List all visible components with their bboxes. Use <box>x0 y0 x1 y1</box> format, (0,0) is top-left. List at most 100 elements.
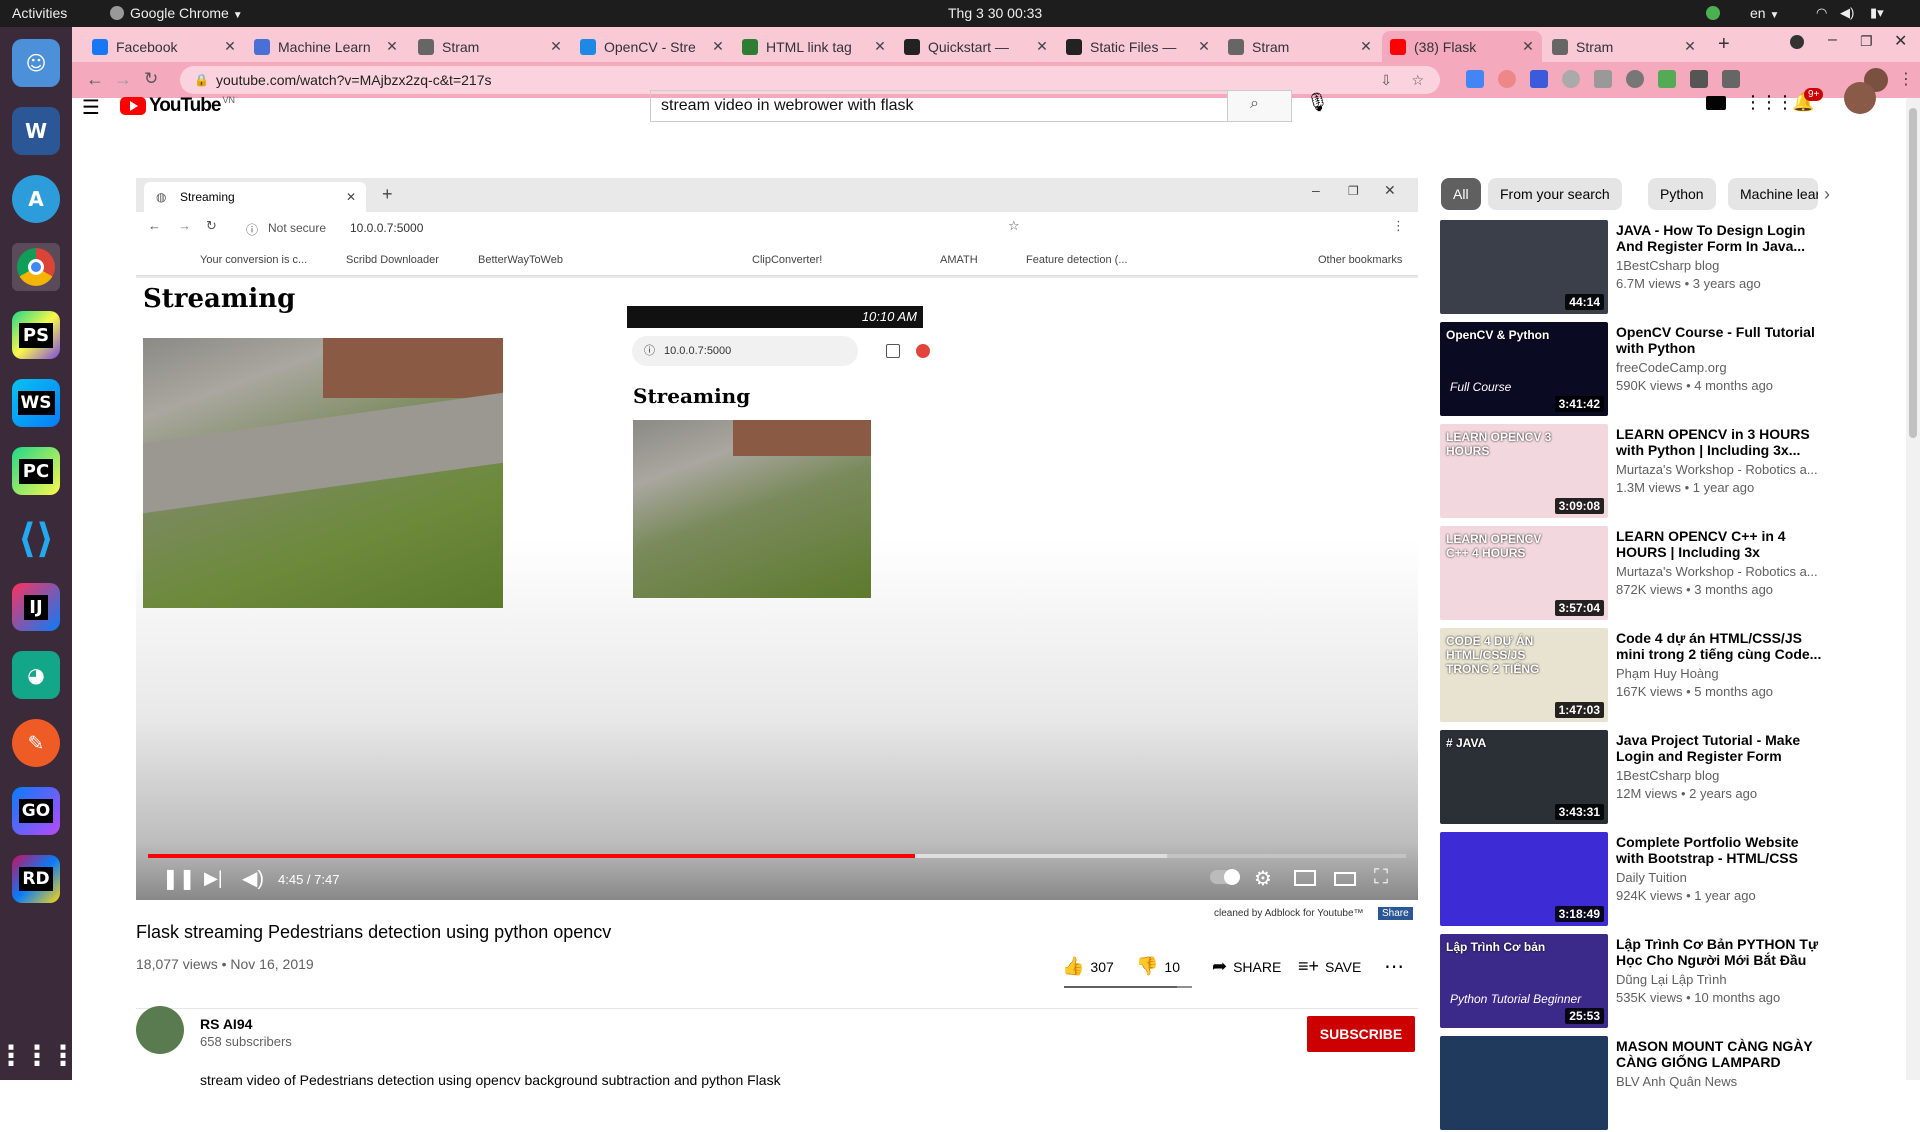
recommendation-item[interactable]: # JAVA 3:43:31 Java Project Tutorial - Mak… <box>1440 730 1920 826</box>
recommendation-title[interactable]: Code 4 dự án HTML/CSS/JS mini trong 2 ti… <box>1616 630 1826 662</box>
close-window-icon[interactable]: ✕ <box>1894 31 1907 51</box>
fullscreen-button[interactable]: ⛶ <box>1374 866 1388 889</box>
more-actions-icon[interactable]: ⋯ <box>1384 954 1404 979</box>
close-tab-icon[interactable]: ✕ <box>384 38 400 55</box>
goland-icon[interactable]: GO <box>12 787 60 835</box>
word-icon[interactable]: W <box>12 107 60 155</box>
extension-icon[interactable] <box>1594 70 1612 88</box>
extension-icon[interactable] <box>1722 70 1740 88</box>
recommendation-title[interactable]: OpenCV Course - Full Tutorial with Pytho… <box>1616 324 1826 356</box>
activities-button[interactable]: Activities <box>12 5 67 21</box>
next-button[interactable]: ▶| <box>204 868 223 889</box>
recommendation-channel[interactable]: Phạm Huy Hoàng <box>1616 666 1826 681</box>
recommendation-item[interactable]: 3:18:49 Complete Portfolio Website with B… <box>1440 832 1920 928</box>
recommendation-item[interactable]: 44:14 JAVA - How To Design Login And Regi… <box>1440 220 1920 316</box>
close-tab-icon[interactable]: ✕ <box>222 38 238 55</box>
extension-icon[interactable] <box>1658 70 1676 88</box>
extension-icon[interactable] <box>1530 70 1548 88</box>
recommendation-channel[interactable]: Murtaza's Workshop - Robotics a... <box>1616 462 1826 477</box>
recommendation-channel[interactable]: Daily Tuition <box>1616 870 1826 885</box>
recommendation-item[interactable]: LEARN OPENCV C++ 4 HOURS 3:57:04 LEARN OPE… <box>1440 526 1920 622</box>
adblock-share-badge[interactable]: Share <box>1378 907 1413 920</box>
progress-track[interactable] <box>148 854 1406 858</box>
dislike-button[interactable]: 👎 10 <box>1136 956 1180 977</box>
video-thumbnail[interactable]: Lập Trình Cơ bản Python Tutorial Beginner… <box>1440 934 1608 1028</box>
recommendation-channel[interactable]: freeCodeCamp.org <box>1616 360 1826 375</box>
tab-10[interactable]: Stram ✕ <box>1544 31 1704 62</box>
pycharm-ce-icon[interactable]: PC <box>12 447 60 495</box>
battery-icon[interactable]: ▮▾ <box>1870 5 1884 21</box>
translate-extension-icon[interactable] <box>1466 70 1484 88</box>
subscribe-button[interactable]: SUBSCRIBE <box>1307 1016 1415 1052</box>
recommendation-title[interactable]: Lập Trình Cơ Bản PYTHON Tự Học Cho Người… <box>1616 936 1826 968</box>
video-thumbnail[interactable]: OpenCV & Python Full Course 3:41:42 <box>1440 322 1608 416</box>
recommendation-channel[interactable]: Murtaza's Workshop - Robotics a... <box>1616 564 1826 579</box>
recommendation-title[interactable]: MASON MOUNT CÀNG NGÀY CÀNG GIỐNG LAMPARD <box>1616 1038 1826 1070</box>
video-thumbnail[interactable] <box>1440 1036 1608 1130</box>
tab-5[interactable]: HTML link tag ✕ <box>734 31 894 62</box>
close-tab-icon[interactable]: ✕ <box>1196 38 1212 55</box>
chip-3[interactable]: Machine learn <box>1728 178 1818 210</box>
tray-check-icon[interactable] <box>1706 6 1720 20</box>
postman-icon[interactable]: ✎ <box>12 719 60 767</box>
video-thumbnail[interactable]: 3:18:49 <box>1440 832 1608 926</box>
minimize-icon[interactable]: – <box>1828 31 1837 49</box>
hamburger-menu-icon[interactable]: ☰ <box>82 98 100 118</box>
back-icon[interactable]: ← <box>86 69 104 90</box>
tab-8[interactable]: Stram ✕ <box>1220 31 1380 62</box>
recommendation-item[interactable]: OpenCV & Python Full Course 3:41:42 OpenCV … <box>1440 322 1920 418</box>
recommendation-channel[interactable]: 1BestCsharp blog <box>1616 258 1826 273</box>
clock[interactable]: Thg 3 30 00:33 <box>948 5 1042 21</box>
video-thumbnail[interactable]: LEARN OPENCV C++ 4 HOURS 3:57:04 <box>1440 526 1608 620</box>
new-tab-button[interactable]: + <box>1718 33 1730 56</box>
recommendation-item[interactable]: MASON MOUNT CÀNG NGÀY CÀNG GIỐNG LAMPARD… <box>1440 1036 1920 1132</box>
video-player[interactable]: ◍ Streaming ✕ + – ❐ ✕ ← → ↻ ⓘ Not secure… <box>136 178 1418 900</box>
tab-3[interactable]: Stram ✕ <box>410 31 570 62</box>
recommendation-title[interactable]: Complete Portfolio Website with Bootstra… <box>1616 834 1826 866</box>
recommendation-item[interactable]: LEARN OPENCV 3 HOURS 3:09:08 LEARN OPENCV … <box>1440 424 1920 520</box>
miniplayer-button[interactable] <box>1294 870 1316 886</box>
pycharm-icon[interactable]: PS <box>12 311 60 359</box>
close-tab-icon[interactable]: ✕ <box>1034 38 1050 55</box>
chip-1[interactable]: From your search <box>1488 178 1622 210</box>
app-menu[interactable]: Google Chrome ▼ <box>110 5 243 21</box>
install-icon[interactable]: ⇩ <box>1380 66 1392 94</box>
youtube-logo[interactable]: YouTube VN <box>120 95 235 117</box>
extension-icon[interactable] <box>1626 70 1644 88</box>
video-thumbnail[interactable]: 44:14 <box>1440 220 1608 314</box>
voice-search-icon[interactable]: 🎙 <box>1306 92 1329 113</box>
recommendation-item[interactable]: Lập Trình Cơ bản Python Tutorial Beginner… <box>1440 934 1920 1030</box>
recommendation-channel[interactable]: Dũng Lại Lập Trình <box>1616 972 1826 987</box>
bookmark-star-icon[interactable]: ☆ <box>1411 66 1424 94</box>
intellij-icon[interactable]: IJ <box>12 583 60 631</box>
close-tab-icon[interactable]: ✕ <box>548 38 564 55</box>
pause-button[interactable]: ❚❚ <box>162 866 196 891</box>
tab-7[interactable]: Static Files — ✕ <box>1058 31 1218 62</box>
extension-icon[interactable] <box>1498 70 1516 88</box>
restore-icon[interactable]: ❐ <box>1860 33 1873 50</box>
recommendation-title[interactable]: LEARN OPENCV in 3 HOURS with Python | In… <box>1616 426 1826 458</box>
files-icon[interactable]: ☺ <box>12 39 60 87</box>
tab-search-icon[interactable] <box>1790 35 1804 49</box>
recommendation-title[interactable]: LEARN OPENCV C++ in 4 HOURS | Including … <box>1616 528 1826 560</box>
like-button[interactable]: 👍 307 <box>1062 956 1114 977</box>
tab-1[interactable]: Facebook ✕ <box>84 31 244 62</box>
forward-icon[interactable]: → <box>114 69 132 90</box>
gitkraken-icon[interactable]: ◕ <box>12 651 60 699</box>
volume-icon[interactable]: ◀) <box>1840 5 1854 21</box>
recommendation-channel[interactable]: BLV Anh Quân News <box>1616 1074 1826 1089</box>
autoplay-toggle[interactable] <box>1210 869 1240 885</box>
language-indicator[interactable]: en ▼ <box>1750 5 1779 21</box>
scrollbar[interactable] <box>1906 98 1920 1080</box>
close-tab-icon[interactable]: ✕ <box>872 38 888 55</box>
close-tab-icon[interactable]: ✕ <box>1520 38 1536 55</box>
close-tab-icon[interactable]: ✕ <box>1682 38 1698 55</box>
vscode-icon[interactable]: ⟨⟩ <box>12 515 60 563</box>
chrome-dock-icon[interactable] <box>12 243 60 291</box>
rider-icon[interactable]: RD <box>12 855 60 903</box>
recommendation-title[interactable]: Java Project Tutorial - Make Login and R… <box>1616 732 1826 764</box>
tab-9[interactable]: (38) Flask ✕ <box>1382 31 1542 62</box>
save-button[interactable]: ≡+ SAVE <box>1298 956 1361 977</box>
chevron-right-icon[interactable]: › <box>1824 184 1830 205</box>
tab-6[interactable]: Quickstart — ✕ <box>896 31 1056 62</box>
